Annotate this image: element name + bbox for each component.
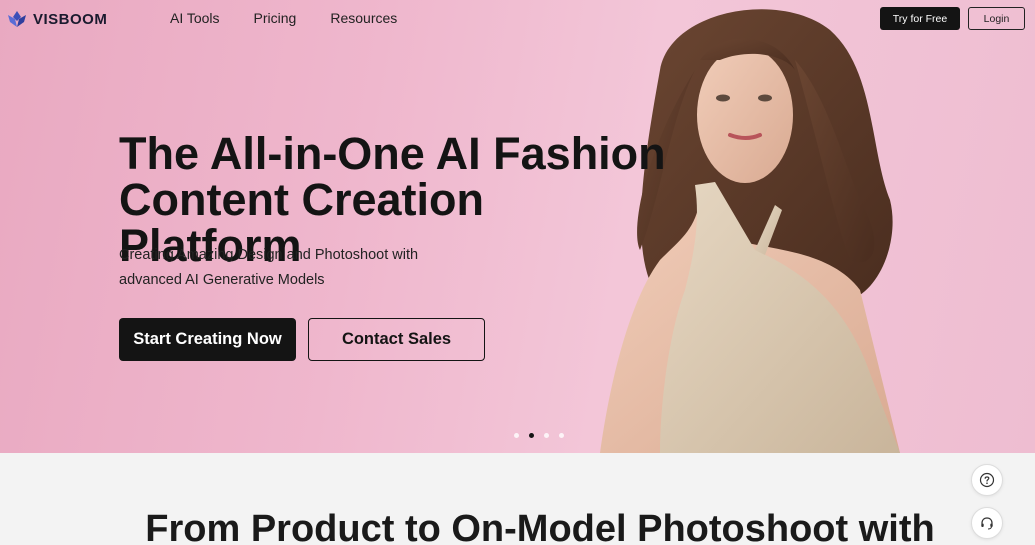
carousel-dots [514, 433, 564, 438]
carousel-dot-2[interactable] [529, 433, 534, 438]
try-for-free-button[interactable]: Try for Free [880, 7, 960, 30]
top-nav: VISBOOM AI Tools Pricing Resources Try f… [0, 0, 1035, 38]
support-button[interactable] [971, 507, 1003, 539]
nav-link-resources[interactable]: Resources [330, 10, 397, 26]
hero-subtitle-line-1: Creating Amazing Design and Photoshoot w… [119, 247, 419, 263]
start-creating-button[interactable]: Start Creating Now [119, 318, 296, 361]
headset-icon [981, 517, 993, 530]
question-icon [979, 472, 995, 488]
nav-link-ai-tools[interactable]: AI Tools [170, 10, 220, 26]
brand-logo[interactable]: VISBOOM [6, 9, 107, 29]
hero-title-line-1: The All-in-One AI Fashion [119, 128, 666, 179]
nav-link-pricing[interactable]: Pricing [254, 10, 297, 26]
contact-sales-button[interactable]: Contact Sales [308, 318, 485, 361]
logo-icon [8, 11, 26, 27]
help-button[interactable] [971, 464, 1003, 496]
brand-name: VISBOOM [33, 10, 108, 28]
section-title: From Product to On-Model Photoshoot with [145, 508, 935, 545]
carousel-dot-1[interactable] [514, 433, 519, 438]
login-button[interactable]: Login [968, 7, 1025, 30]
hero-section: VISBOOM AI Tools Pricing Resources Try f… [0, 0, 1035, 453]
carousel-dot-3[interactable] [544, 433, 549, 438]
hero-subtitle-line-2: advanced AI Generative Models [119, 272, 325, 288]
nav-links: AI Tools Pricing Resources [170, 10, 397, 26]
hero-subtitle: Creating Amazing Design and Photoshoot w… [119, 243, 449, 293]
carousel-dot-4[interactable] [559, 433, 564, 438]
